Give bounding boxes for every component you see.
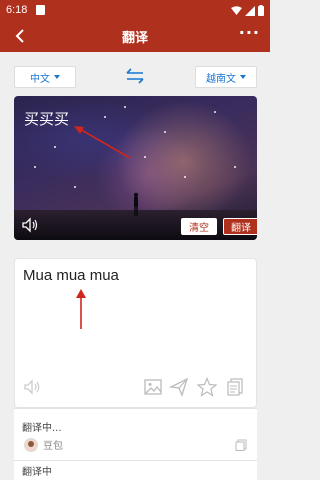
swap-languages-icon[interactable] xyxy=(124,68,146,84)
status-bar: 6:18 xyxy=(0,0,270,20)
source-language-select[interactable]: 中文 xyxy=(14,66,76,88)
image-icon[interactable] xyxy=(143,377,163,397)
image-translation-card: 买买买 清空 翻译 xyxy=(14,96,257,240)
more-menu-icon[interactable]: ··· xyxy=(239,23,260,42)
engine-name: 豆包 xyxy=(43,441,63,452)
star-icon[interactable] xyxy=(197,377,217,397)
annotation-arrow xyxy=(74,126,131,159)
language-bar: 中文 越南文 xyxy=(0,52,270,96)
annotation-arrow xyxy=(76,289,86,329)
battery-icon xyxy=(258,5,264,16)
result-text: 翻译中 xyxy=(22,467,52,478)
send-icon[interactable] xyxy=(169,377,189,397)
app-bar: 翻译 ··· xyxy=(0,20,270,52)
input-text[interactable]: Mua mua mua xyxy=(23,267,119,284)
signal-icon xyxy=(245,5,255,16)
copy-icon[interactable] xyxy=(225,377,245,397)
result-text: 翻译中... xyxy=(22,423,62,434)
translate-button[interactable]: 翻译 xyxy=(223,218,257,235)
translation-result: 翻译中... 豆包 xyxy=(14,408,257,460)
status-time: 6:18 xyxy=(6,4,28,16)
target-language-label: 越南文 xyxy=(206,73,236,85)
text-input-card[interactable]: Mua mua mua xyxy=(14,258,257,408)
silhouette-person-image xyxy=(133,192,139,216)
notification-app-icon xyxy=(36,5,45,15)
translation-result: 翻译中 xyxy=(14,460,257,480)
source-language-label: 中文 xyxy=(30,73,50,85)
wifi-icon xyxy=(231,5,242,15)
speaker-mute-icon[interactable] xyxy=(21,216,39,234)
image-overlay-text: 买买买 xyxy=(24,110,70,128)
page-title: 翻译 xyxy=(121,31,148,46)
speaker-icon[interactable] xyxy=(23,377,43,397)
clear-button[interactable]: 清空 xyxy=(181,218,217,235)
engine-avatar xyxy=(24,437,38,452)
engine-label: 豆包 xyxy=(24,437,63,452)
copy-icon[interactable] xyxy=(235,439,247,451)
dropdown-triangle-icon xyxy=(54,75,60,79)
target-language-select[interactable]: 越南文 xyxy=(195,66,257,88)
dropdown-triangle-icon xyxy=(240,75,246,79)
